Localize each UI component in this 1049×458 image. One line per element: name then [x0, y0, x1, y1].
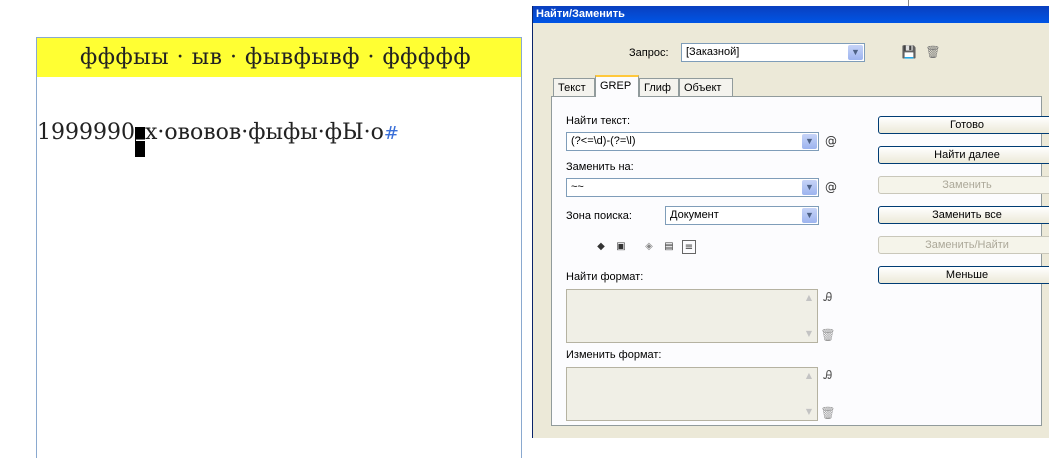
- specify-format-icon[interactable]: Ꭿ: [820, 368, 836, 383]
- fewer-options-button[interactable]: Меньше: [878, 266, 1049, 284]
- include-locked-stories-icon[interactable]: ▣: [614, 240, 628, 254]
- search-scope-select[interactable]: Документ ▼: [665, 206, 819, 225]
- query-label: Запрос:: [629, 47, 669, 59]
- replace-all-button[interactable]: Заменить все: [878, 206, 1049, 224]
- query-select[interactable]: [Заказной] ▼: [681, 43, 865, 62]
- tab-text[interactable]: Текст: [553, 78, 595, 96]
- find-next-button[interactable]: Найти далее: [878, 146, 1049, 164]
- highlighted-text-line[interactable]: фффыы · ыв · фывфывф · ффффф: [37, 38, 521, 77]
- scroll-down-icon[interactable]: ▼: [803, 328, 815, 340]
- include-footnotes-icon[interactable]: ≡: [682, 240, 696, 254]
- replace-find-button[interactable]: Заменить/Найти: [878, 236, 1049, 254]
- change-to-field[interactable]: ~~ ▼: [566, 178, 819, 197]
- text-after-cursor[interactable]: x·ововов·фыфы·фЫ·о: [145, 120, 384, 145]
- save-query-icon[interactable]: 💾: [901, 44, 917, 60]
- chevron-down-icon[interactable]: ▼: [802, 180, 817, 195]
- document-page[interactable]: фффыы · ыв · фывфывф · ффффф 1999990–x·о…: [36, 37, 522, 458]
- done-button[interactable]: Готово: [878, 116, 1049, 134]
- find-format-box[interactable]: ▲ ▼: [566, 289, 818, 343]
- change-format-box[interactable]: ▲ ▼: [566, 367, 818, 421]
- end-of-story-mark: #: [383, 123, 399, 144]
- change-format-label: Изменить формат:: [566, 349, 662, 361]
- scroll-up-icon[interactable]: ▲: [803, 292, 815, 304]
- chevron-down-icon[interactable]: ▼: [802, 134, 817, 149]
- chevron-down-icon[interactable]: ▼: [802, 208, 817, 223]
- clear-format-icon[interactable]: 🗑: [820, 328, 836, 342]
- clear-format-icon[interactable]: 🗑: [820, 406, 836, 420]
- find-format-label: Найти формат:: [566, 271, 644, 283]
- replace-button[interactable]: Заменить: [878, 176, 1049, 194]
- delete-query-icon[interactable]: 🗑: [925, 44, 941, 60]
- tab-object[interactable]: Объект: [679, 78, 733, 96]
- find-what-label: Найти текст:: [566, 115, 631, 127]
- selected-character[interactable]: –: [134, 127, 146, 157]
- find-what-field[interactable]: (?<=\d)-(?=\l) ▼: [566, 132, 819, 151]
- include-locked-layers-icon[interactable]: ◆: [594, 240, 608, 254]
- include-master-pages-icon[interactable]: ▤: [662, 240, 676, 254]
- scroll-down-icon[interactable]: ▼: [803, 406, 815, 418]
- text-before-cursor[interactable]: 1999990: [37, 120, 135, 145]
- dialog-title[interactable]: Найти/Заменить: [533, 6, 1049, 23]
- special-characters-icon[interactable]: @: [823, 179, 839, 195]
- grep-panel: Найти текст: (?<=\d)-(?=\l) ▼ @ Заменить…: [551, 96, 1049, 426]
- search-scope-value: Документ: [670, 209, 719, 221]
- tab-grep[interactable]: GREP: [595, 75, 639, 97]
- query-value: [Заказной]: [686, 46, 740, 58]
- chevron-down-icon[interactable]: ▼: [848, 45, 863, 60]
- change-to-label: Заменить на:: [566, 161, 634, 173]
- special-characters-icon[interactable]: @: [823, 133, 839, 149]
- specify-format-icon[interactable]: Ꭿ: [820, 290, 836, 305]
- find-replace-dialog: Найти/Заменить Запрос: [Заказной] ▼ 💾 🗑 …: [532, 6, 1049, 438]
- scroll-up-icon[interactable]: ▲: [803, 370, 815, 382]
- include-hidden-layers-icon[interactable]: ◈: [642, 240, 656, 254]
- text-line-1[interactable]: фффыы · ыв · фывфывф · ффффф: [80, 45, 471, 70]
- find-what-value: (?<=\d)-(?=\l): [571, 135, 636, 147]
- text-line-2[interactable]: 1999990–x·ововов·фыфы·фЫ·о#: [37, 120, 399, 157]
- change-to-value: ~~: [571, 181, 584, 193]
- tab-glyph[interactable]: Глиф: [639, 78, 679, 96]
- search-scope-label: Зона поиска:: [566, 210, 632, 222]
